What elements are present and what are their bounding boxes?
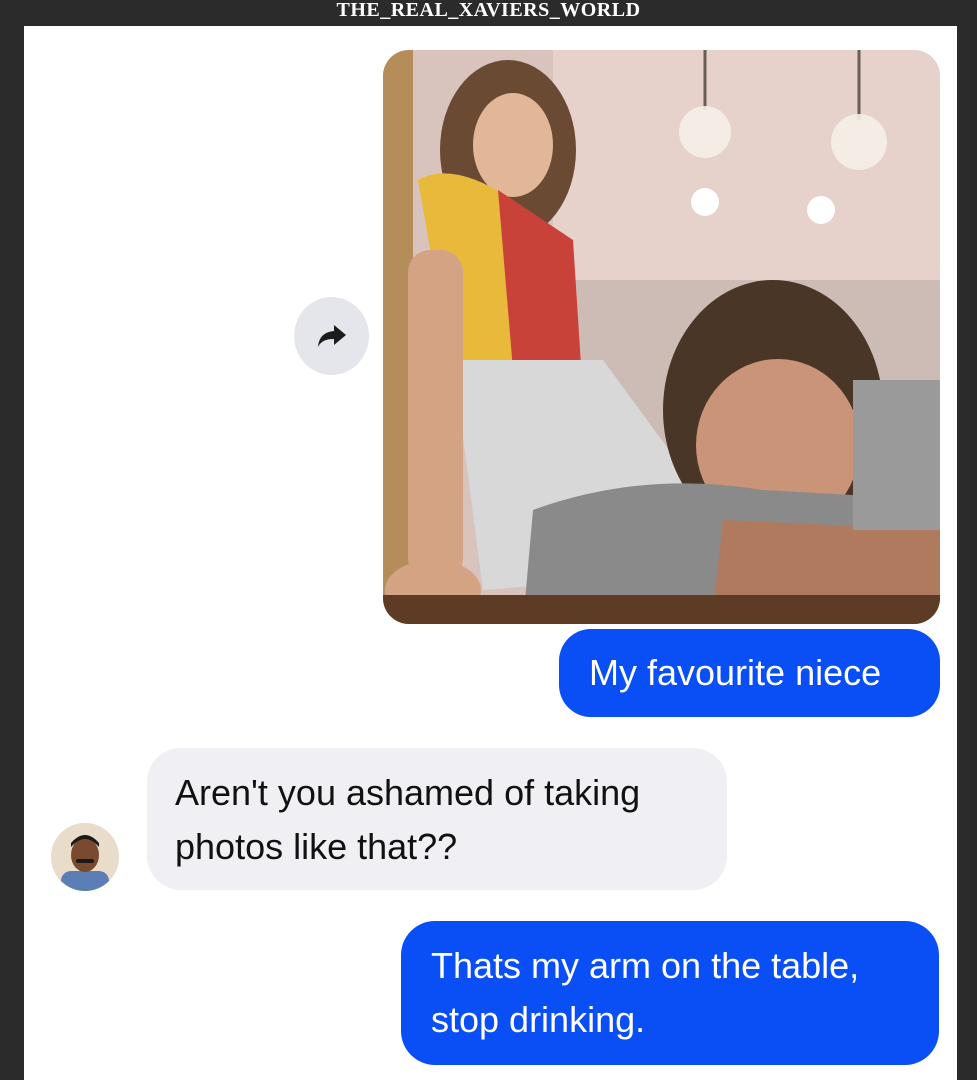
outgoing-message[interactable]: My favourite niece [559,629,940,717]
chat-thread: My favourite niece Aren't you ashamed of… [24,26,957,1080]
contact-avatar[interactable] [51,823,119,891]
share-button[interactable] [294,297,369,375]
message-line: Thats my arm on the table, [431,945,860,986]
incoming-message[interactable]: Aren't you ashamed of taking photos like… [147,748,727,890]
message-line: stop drinking. [431,999,646,1040]
shared-photo[interactable] [383,50,940,624]
avatar-image [51,823,119,891]
forward-arrow-icon [317,325,346,347]
outgoing-message[interactable]: Thats my arm on the table, stop drinking… [401,921,939,1065]
message-text: My favourite niece [589,652,882,693]
photo-illustration [383,50,940,624]
message-line: photos like that?? [175,826,458,867]
message-line: Aren't you ashamed of taking [175,772,641,813]
watermark: THE_REAL_XAVIERS_WORLD [336,0,641,21]
